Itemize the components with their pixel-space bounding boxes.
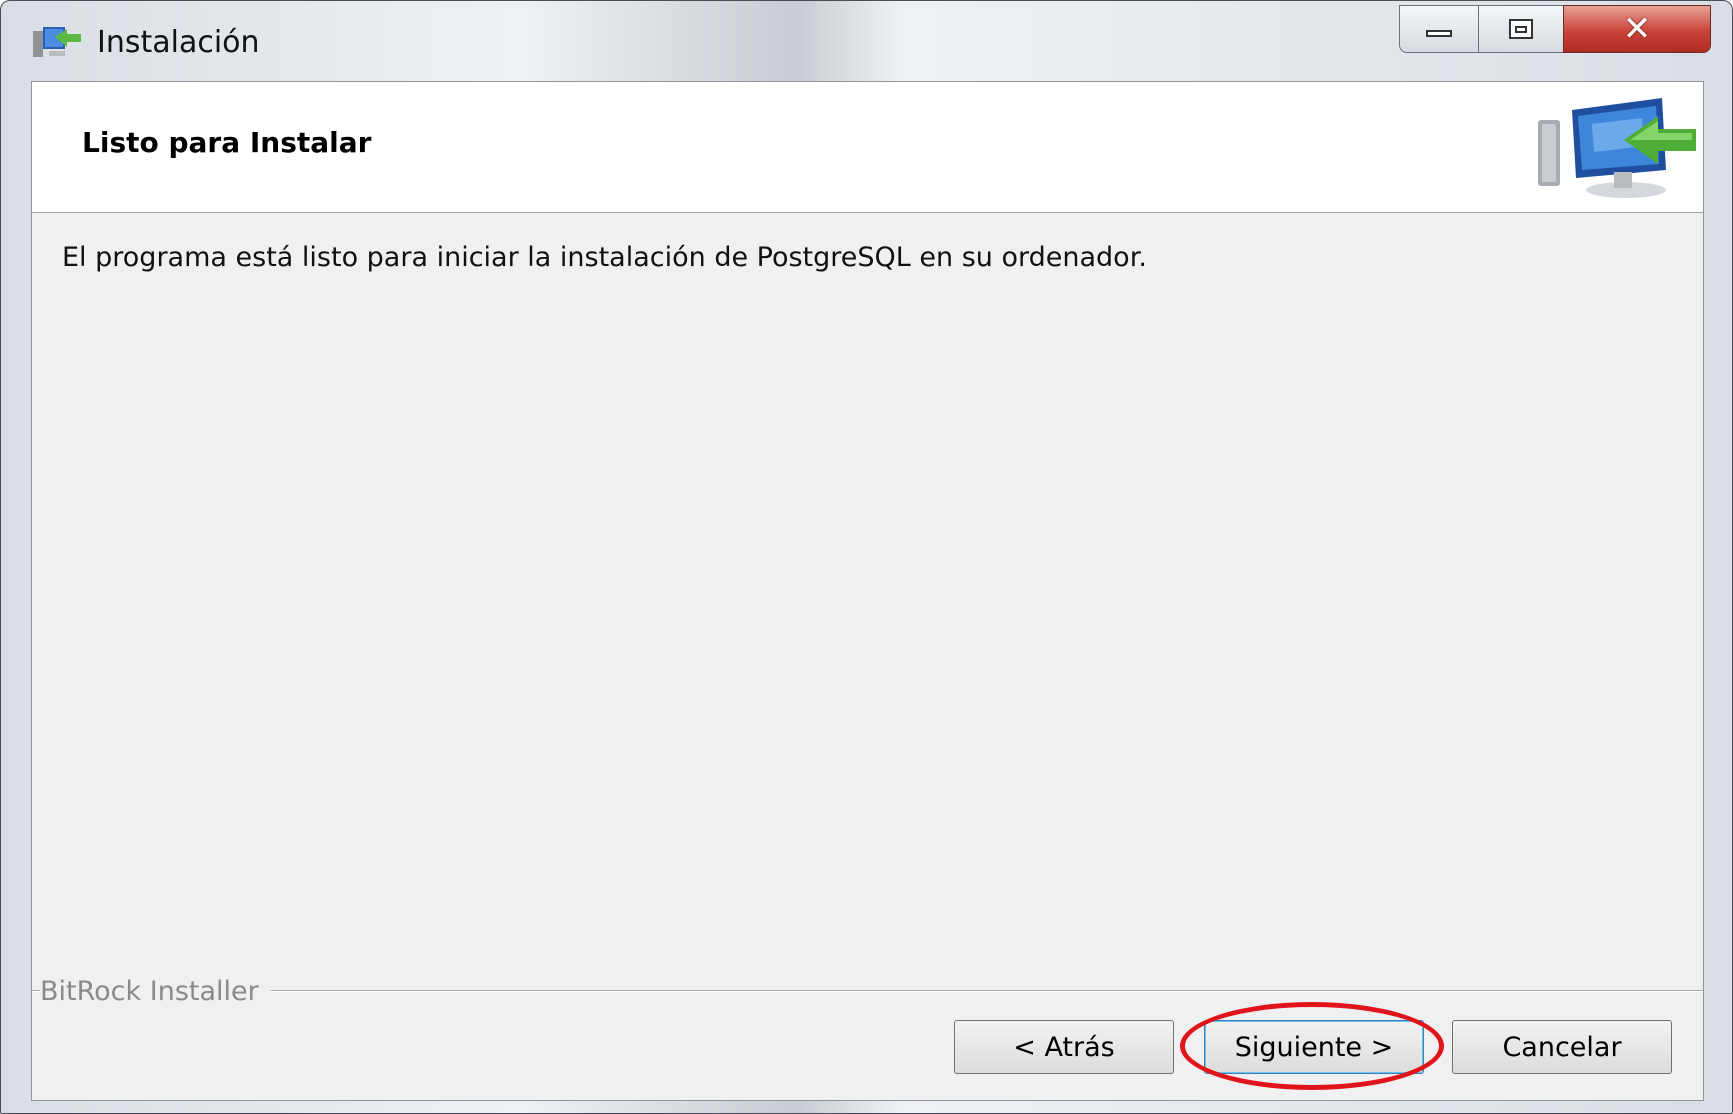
footer-divider	[32, 990, 1703, 992]
next-button[interactable]: Siguiente >	[1204, 1020, 1424, 1074]
status-message: El programa está listo para iniciar la i…	[62, 242, 1147, 273]
page-title: Listo para Instalar	[82, 126, 372, 159]
installer-app-icon	[33, 27, 81, 57]
close-icon: ✕	[1622, 9, 1652, 49]
installer-window: Instalación ✕ Listo para Instalar El pro…	[0, 0, 1733, 1114]
close-button[interactable]: ✕	[1563, 5, 1711, 53]
window-title: Instalación	[97, 25, 260, 60]
wizard-panel: Listo para Instalar El programa está lis…	[31, 81, 1704, 1101]
installer-brand-label: BitRock Installer	[40, 976, 271, 1007]
maximize-button[interactable]	[1478, 5, 1564, 53]
cancel-button[interactable]: Cancelar	[1452, 1020, 1672, 1074]
wizard-header: Listo para Instalar	[32, 82, 1703, 213]
minimize-button[interactable]	[1399, 5, 1479, 53]
maximize-icon	[1509, 19, 1533, 39]
minimize-icon	[1426, 30, 1452, 37]
computer-install-icon	[1538, 98, 1696, 198]
back-button[interactable]: < Atrás	[954, 1020, 1174, 1074]
